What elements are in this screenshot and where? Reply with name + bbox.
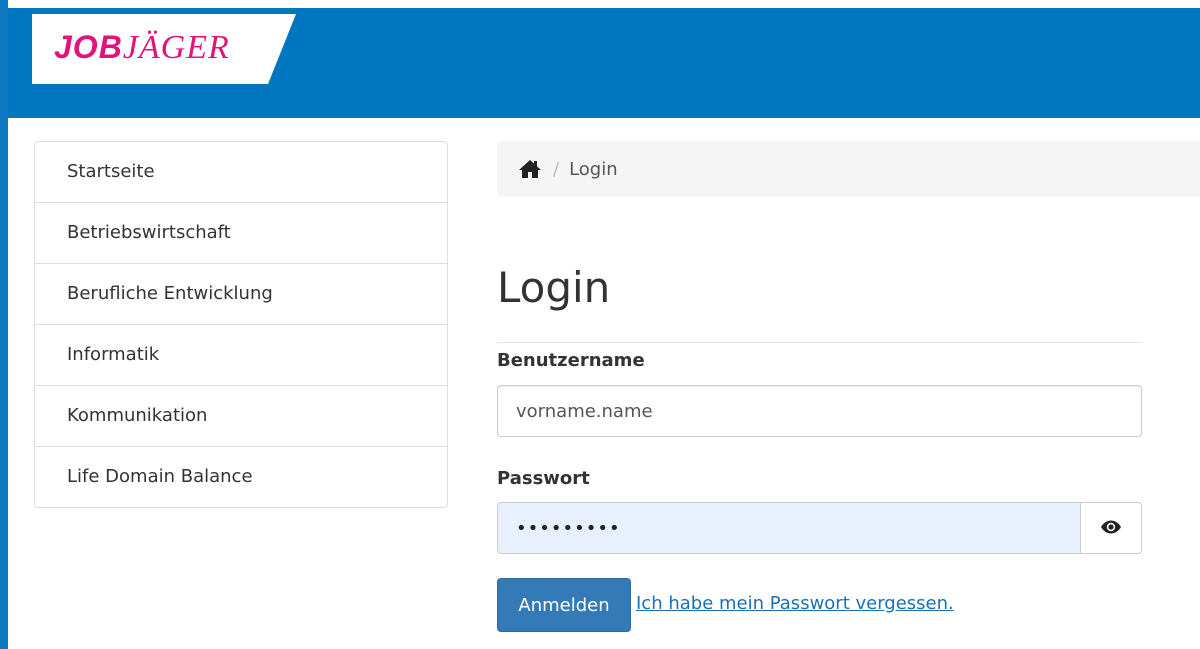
login-button[interactable]: Anmelden xyxy=(497,578,631,632)
logo-bold-text: JOB xyxy=(54,29,123,65)
logo-text: JOBJÄGER xyxy=(54,28,230,67)
sidebar-item-life-domain-balance[interactable]: Life Domain Balance xyxy=(35,447,447,507)
sidebar-item-betriebswirtschaft[interactable]: Betriebswirtschaft xyxy=(35,203,447,264)
logo-light-text: JÄGER xyxy=(122,29,230,66)
forgot-password-link[interactable]: Ich habe mein Passwort vergessen. xyxy=(636,593,954,614)
page-title: Login xyxy=(497,263,611,312)
password-label: Passwort xyxy=(497,468,590,489)
page: JOBJÄGER Startseite Betriebswirtschaft B… xyxy=(0,0,1200,649)
password-input[interactable] xyxy=(497,502,1080,554)
breadcrumb: / Login xyxy=(497,141,1200,197)
home-icon[interactable] xyxy=(519,158,541,180)
sidebar-nav: Startseite Betriebswirtschaft Berufliche… xyxy=(34,141,448,508)
site-logo[interactable]: JOBJÄGER xyxy=(32,14,296,84)
sidebar-item-berufliche-entwicklung[interactable]: Berufliche Entwicklung xyxy=(35,264,447,325)
eye-icon xyxy=(1100,519,1122,538)
breadcrumb-current: Login xyxy=(569,158,618,180)
breadcrumb-separator: / xyxy=(553,158,560,180)
title-divider xyxy=(497,342,1142,343)
header-top-line xyxy=(0,0,1200,8)
site-header: JOBJÄGER xyxy=(0,0,1200,118)
username-input[interactable] xyxy=(497,385,1142,437)
left-border xyxy=(0,0,8,649)
show-password-button[interactable] xyxy=(1080,502,1142,554)
sidebar-item-informatik[interactable]: Informatik xyxy=(35,325,447,386)
sidebar-item-startseite[interactable]: Startseite xyxy=(35,142,447,203)
username-label: Benutzername xyxy=(497,350,645,371)
password-group xyxy=(497,502,1142,554)
sidebar-item-kommunikation[interactable]: Kommunikation xyxy=(35,386,447,447)
